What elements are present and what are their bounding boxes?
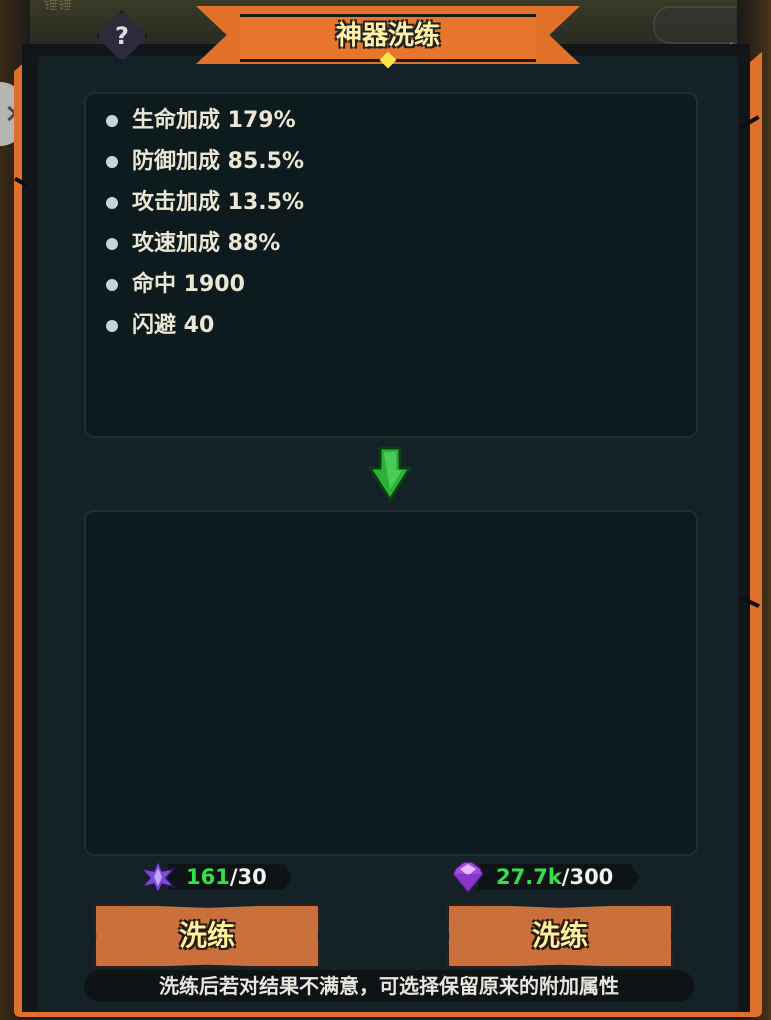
background-text: 锤锤 <box>44 0 72 13</box>
bullet-icon <box>106 319 118 332</box>
attribute-label: 生命加成 179% <box>132 107 296 133</box>
current-attributes-list: 生命加成 179% 防御加成 85.5% 攻击加成 13.5% 攻速加成 88%… <box>106 100 304 346</box>
attribute-item: 生命加成 179% <box>106 100 304 141</box>
attribute-label: 攻速加成 88% <box>132 230 281 256</box>
attribute-item: 攻速加成 88% <box>106 223 304 264</box>
bullet-icon <box>106 155 118 168</box>
attribute-label: 攻击加成 13.5% <box>132 189 304 215</box>
bullet-icon <box>106 278 118 291</box>
crystal-have: 161 <box>186 865 230 889</box>
attribute-item: 闪避 40 <box>106 305 304 346</box>
gem-cost: 27.7k/300 <box>450 860 640 894</box>
attribute-item: 命中 1900 <box>106 264 304 305</box>
attribute-label: 命中 1900 <box>132 271 245 297</box>
crystal-need: /30 <box>229 865 267 889</box>
purple-star-crystal-icon <box>140 860 176 894</box>
refine-crystal-button-label: 洗练 <box>178 919 235 952</box>
bullet-icon <box>106 114 118 127</box>
new-attributes-box <box>84 510 698 856</box>
attribute-item: 攻击加成 13.5% <box>106 182 304 223</box>
gem-cost-text: 27.7k/300 <box>496 865 613 889</box>
attribute-label: 防御加成 85.5% <box>132 148 304 174</box>
green-down-arrow-icon <box>368 446 412 502</box>
hint-text: 洗练后若对结果不满意，可选择保留原来的附加属性 <box>84 970 694 1002</box>
purple-gem-icon <box>452 861 484 894</box>
crystal-cost-text: 161/30 <box>186 865 267 889</box>
refine-gem-button[interactable]: 洗练 <box>447 904 673 968</box>
bullet-icon <box>106 196 118 209</box>
attribute-label: 闪避 40 <box>132 312 215 338</box>
crystal-cost: 161/30 <box>140 860 292 894</box>
gem-need: /300 <box>561 865 614 889</box>
attribute-item: 防御加成 85.5% <box>106 141 304 182</box>
refine-gem-button-label: 洗练 <box>531 919 588 952</box>
gem-have: 27.7k <box>496 865 562 889</box>
refine-crystal-button[interactable]: 洗练 <box>94 904 320 968</box>
dialog-title: 神器洗练 <box>335 21 440 51</box>
bullet-icon <box>106 237 118 250</box>
